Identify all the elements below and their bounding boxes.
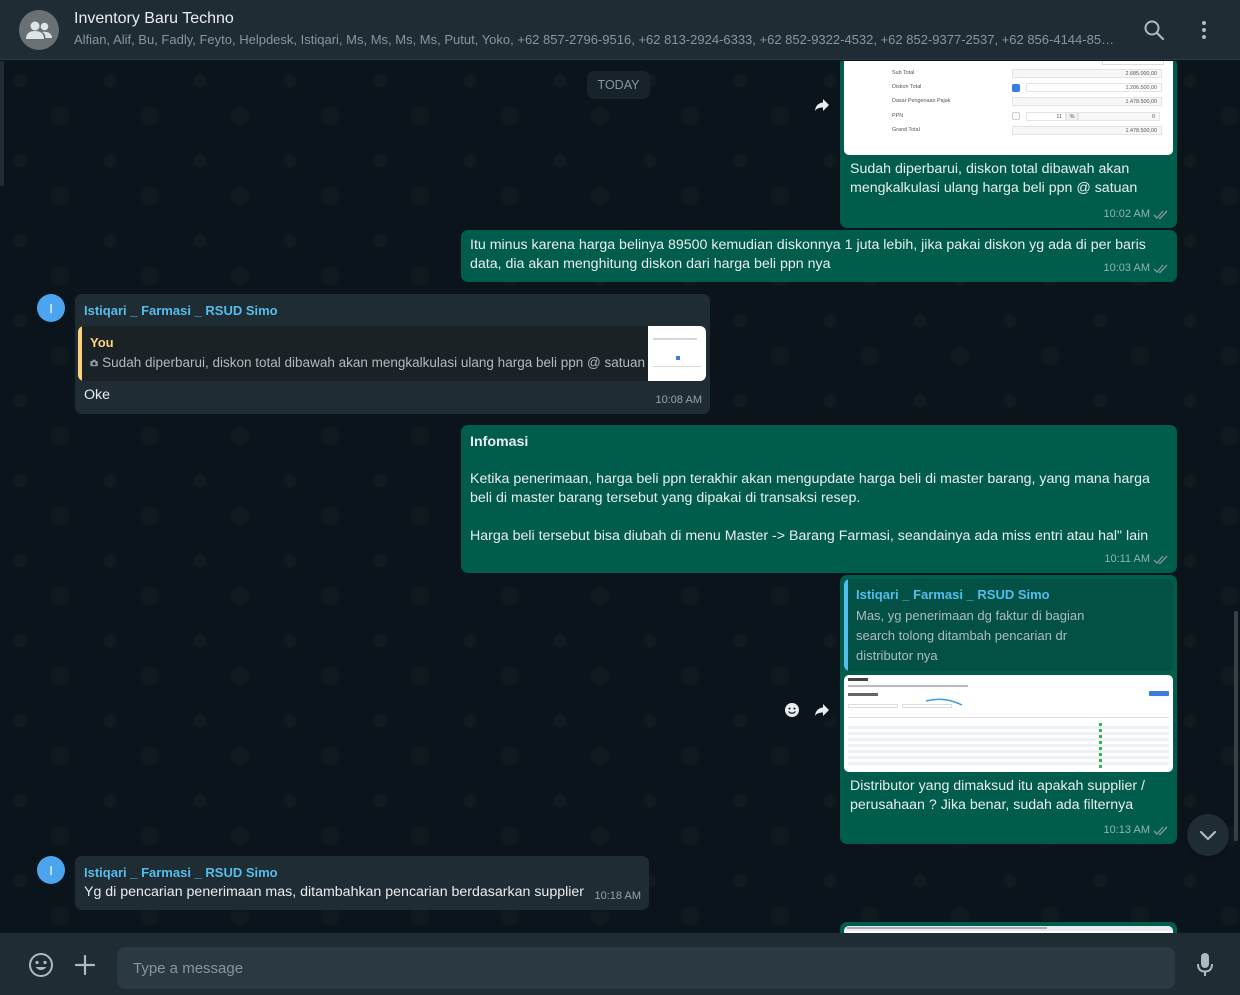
message-title: Infomasi [470,434,529,450]
attach-button[interactable] [70,950,100,980]
group-participants: Alfian, Alif, Bu, Fadly, Feyto, Helpdesk… [74,32,1119,47]
quoted-message[interactable]: You Sudah diperbarui, diskon total dibaw… [78,326,706,381]
image-row-value: 2.685.000,00 [1012,68,1162,78]
message-input[interactable] [117,947,1175,989]
image-pct-sign: % [1066,111,1078,121]
message-meta: 10:11 AM [1104,550,1169,569]
chat-scrollbar[interactable] [1234,611,1238,841]
image-row-value: 0 [1078,111,1160,121]
emoji-button[interactable] [26,950,56,980]
double-check-icon [1153,210,1168,220]
plus-icon [74,954,96,976]
double-check-icon [1153,555,1168,565]
search-icon[interactable] [1141,17,1167,43]
date-divider: TODAY [587,71,650,99]
emoji-icon [785,703,799,717]
chat-panel[interactable]: TODAY Sub Total 2.685.000,00 Diskon Total… [0,61,1240,933]
message-time: 10:08 AM [655,394,702,406]
message-time: 10:13 AM [1103,824,1150,836]
quote-text: Mas, yg penerimaan dg faktur di bagian s… [856,608,1088,663]
checkbox-checked-icon [1012,83,1020,92]
emoji-icon [29,953,53,977]
scroll-down-button[interactable] [1187,814,1229,856]
sender-name[interactable]: Istiqari _ Farmasi _ RSUD Simo [84,864,278,882]
message-time: 10:18 AM [594,890,641,902]
react-button[interactable] [779,697,805,723]
message-text: Sudah diperbarui, diskon total dibawah a… [850,161,1138,196]
message-text: Itu minus karena harga belinya 89500 kem… [470,237,1150,272]
image-row-value: 1.478.500,00 [1012,126,1162,136]
forward-icon [815,99,829,111]
image-row-label: Grand Total [892,127,920,134]
attached-image[interactable] [844,926,1173,933]
message-meta: 10:02 AM [1104,205,1169,224]
message-text: Oke [84,387,111,403]
message-outgoing-image[interactable]: Sub Total 2.685.000,00 Diskon Total 1.206.… [840,61,1177,228]
sender-avatar[interactable]: I [37,294,65,322]
message-outgoing[interactable]: Itu minus karena harga belinya 89500 kem… [461,230,1177,282]
microphone-icon [1197,953,1213,976]
chevron-down-icon [1199,830,1217,841]
quote-thumbnail [648,326,706,381]
image-pct: 11 [1026,111,1066,121]
message-time: 10:02 AM [1103,208,1150,220]
quote-bar [78,326,82,381]
left-divider [0,61,4,186]
image-row-value: 1.206.500,00 [1026,83,1162,93]
quote-text: Sudah diperbarui, diskon total dibawah a… [102,355,645,370]
message-incoming[interactable]: Istiqari _ Farmasi _ RSUD Simo Yg di pen… [75,856,649,910]
message-time: 10:03 AM [1103,262,1150,274]
composer[interactable] [0,933,1240,995]
forward-button[interactable] [809,697,835,723]
attached-image[interactable]: Sub Total 2.685.000,00 Diskon Total 1.206.… [844,61,1173,155]
double-check-icon [1153,826,1168,836]
forward-icon [815,704,829,716]
quoted-message[interactable]: Istiqari _ Farmasi _ RSUD Simo Mas, yg p… [844,579,1173,671]
sender-name[interactable]: Istiqari _ Farmasi _ RSUD Simo [84,302,278,320]
message-text: Distributor yang dimaksud itu apakah sup… [850,778,1149,813]
message-time: 10:11 AM [1104,553,1150,565]
group-title: Inventory Baru Techno [74,10,234,27]
voice-button[interactable] [1190,950,1220,980]
quote-author: You [90,335,114,350]
checkbox-icon [1012,112,1020,121]
image-dropdown [1102,61,1164,65]
image-row-value: 1.478.500,00 [1012,97,1162,107]
message-incoming[interactable]: Istiqari _ Farmasi _ RSUD Simo You Sudah… [75,294,710,414]
group-icon [26,21,52,39]
quote-author: Istiqari _ Farmasi _ RSUD Simo [856,587,1050,602]
message-text: Yg di pencarian penerimaan mas, ditambah… [84,884,585,900]
message-outgoing-partial[interactable] [840,922,1177,933]
image-row: Grand Total 1.478.500,00 [844,124,1173,138]
message-meta: 10:03 AM [1104,259,1169,278]
message-meta: 10:13 AM [1104,821,1169,840]
double-check-icon [1153,264,1168,274]
camera-icon [90,359,98,366]
group-avatar[interactable] [19,9,59,50]
message-meta: 10:18 AM [595,887,641,906]
message-paragraph: Harga beli tersebut bisa diubah di menu … [470,528,1149,544]
message-outgoing-reply[interactable]: Istiqari _ Farmasi _ RSUD Simo Mas, yg p… [840,575,1177,844]
quote-bar [844,579,848,671]
chat-header[interactable]: Inventory Baru Techno Alfian, Alif, Bu, … [0,0,1240,60]
forward-button[interactable] [809,92,835,118]
message-paragraph: Ketika penerimaan, harga beli ppn terakh… [470,471,1154,506]
sender-avatar[interactable]: I [37,856,65,884]
message-outgoing[interactable]: Infomasi Ketika penerimaan, harga beli p… [461,425,1177,573]
menu-icon[interactable] [1191,17,1217,43]
attached-image[interactable] [844,675,1173,772]
message-meta: 10:08 AM [656,391,702,410]
header-info[interactable]: Inventory Baru Techno Alfian, Alif, Bu, … [74,9,1119,50]
